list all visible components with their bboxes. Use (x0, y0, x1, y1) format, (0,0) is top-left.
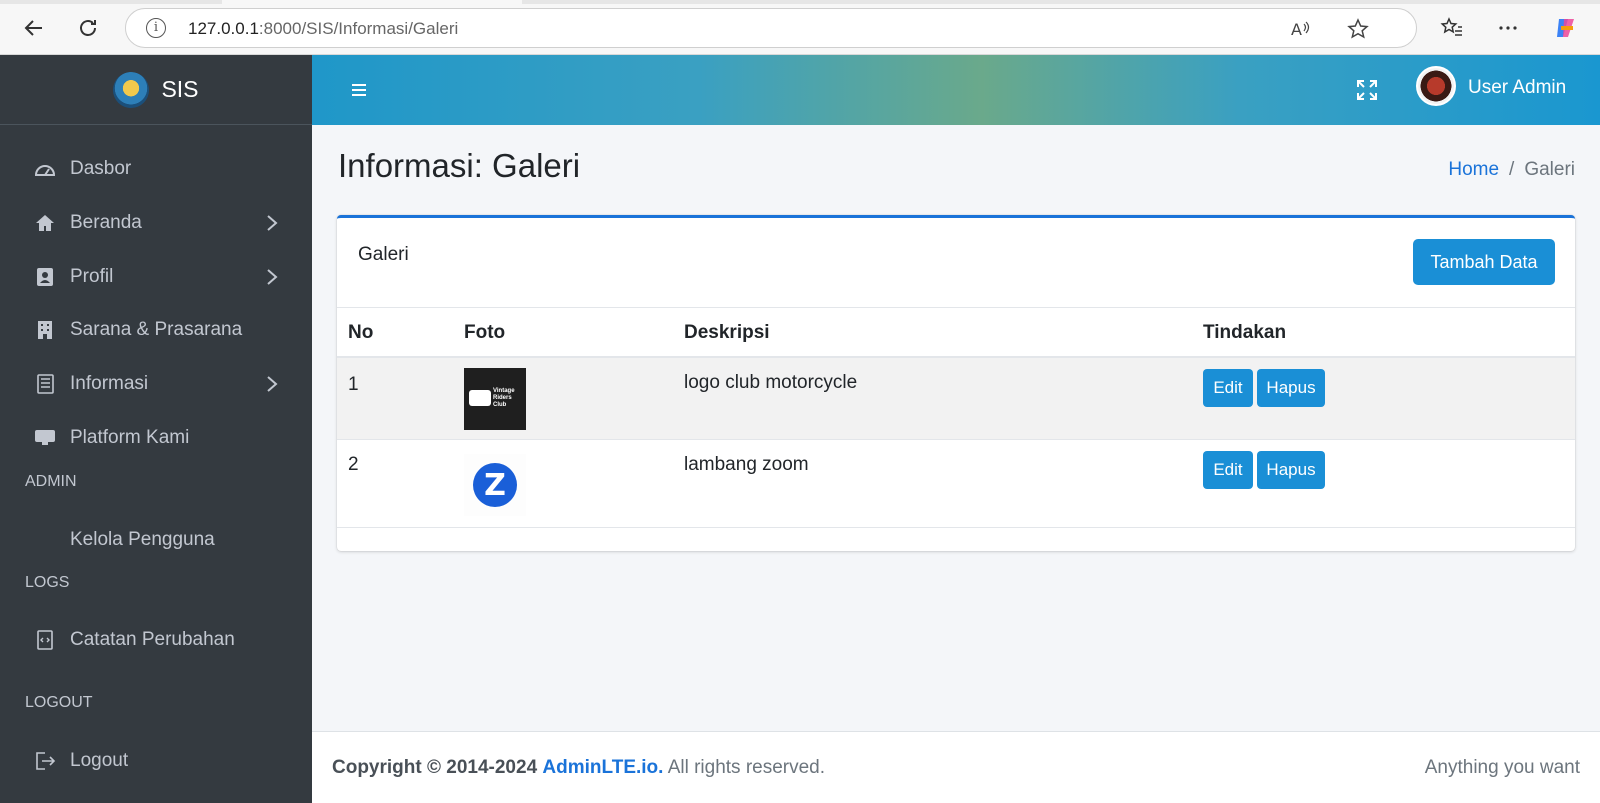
sidebar-item-platform[interactable]: Platform Kami (0, 416, 312, 460)
sidebar-item-kelola-pengguna[interactable]: Kelola Pengguna (0, 518, 312, 562)
adminlte-link[interactable]: AdminLTE.io. (542, 757, 663, 778)
breadcrumb-home-link[interactable]: Home (1448, 159, 1499, 180)
building-icon (34, 319, 56, 341)
home-icon (34, 212, 56, 234)
favorite-star-icon[interactable] (1346, 17, 1370, 41)
back-icon[interactable] (18, 12, 50, 44)
footer-copyright: Copyright © 2014-2024 AdminLTE.io. All r… (332, 757, 825, 779)
breadcrumb: Home / Galeri (1448, 159, 1575, 181)
id-card-icon (34, 266, 56, 288)
motorcycle-icon (469, 390, 491, 406)
thumbnail-caption: Vintage Riders Club (493, 388, 515, 408)
user-name[interactable]: User Admin (1468, 77, 1566, 99)
column-header-tindakan: Tindakan (1203, 322, 1287, 343)
brand-text: SIS (161, 76, 199, 102)
zoom-logo: Z (473, 463, 517, 507)
sidebar-item-label: Sarana & Prasarana (70, 319, 243, 340)
hamburger-menu-icon[interactable] (346, 77, 372, 103)
sidebar-item-label: Kelola Pengguna (70, 529, 215, 550)
brand-logo (113, 71, 150, 108)
column-header-foto: Foto (464, 322, 506, 343)
delete-button[interactable]: Hapus (1257, 451, 1325, 489)
monitor-icon (34, 427, 56, 449)
row-description: lambang zoom (684, 454, 809, 475)
user-avatar[interactable] (1416, 66, 1456, 106)
copilot-icon[interactable] (1552, 14, 1580, 42)
browser-toolbar: i 127.0.0.1:8000/SIS/Informasi/Galeri A (0, 0, 1600, 55)
url-text: 127.0.0.1:8000/SIS/Informasi/Galeri (188, 19, 459, 38)
row-description: logo club motorcycle (684, 372, 858, 393)
sidebar-item-beranda[interactable]: Beranda (0, 201, 312, 245)
sidebar-item-label: Beranda (70, 212, 142, 233)
breadcrumb-separator: / (1509, 159, 1515, 180)
sidebar-item-label: Profil (70, 266, 114, 287)
active-tab[interactable] (222, 0, 522, 4)
row-number: 2 (348, 454, 359, 475)
sidebar-item-label: Dasbor (70, 158, 132, 179)
footer: Copyright © 2014-2024 AdminLTE.io. All r… (312, 731, 1600, 803)
chevron-right-icon (262, 213, 282, 233)
reload-icon[interactable] (72, 12, 104, 44)
breadcrumb-current: Galeri (1524, 159, 1575, 180)
favorites-list-icon[interactable] (1438, 14, 1466, 42)
footer-right-text: Anything you want (1424, 757, 1580, 778)
table-header: No Foto Deskripsi Tindakan (337, 308, 1575, 358)
sidebar-item-catatan[interactable]: Catatan Perubahan (0, 618, 312, 662)
sidebar-item-label: Logout (70, 750, 129, 771)
code-file-icon (34, 629, 56, 651)
news-icon (34, 373, 56, 395)
read-aloud-icon[interactable]: A (1288, 17, 1312, 41)
sidebar: SIS Dasbor Beranda Profil Sarana & Prasa… (0, 55, 312, 803)
menu-header-logs: LOGS (25, 574, 70, 591)
row-number: 1 (348, 374, 359, 395)
gauge-icon (34, 158, 56, 180)
sidebar-item-dasbor[interactable]: Dasbor (0, 147, 312, 191)
menu-header-logout: LOGOUT (25, 694, 93, 711)
sidebar-item-label: Catatan Perubahan (70, 629, 235, 650)
column-header-deskripsi: Deskripsi (684, 322, 770, 343)
menu-header-admin: ADMIN (25, 473, 77, 490)
edit-button[interactable]: Edit (1203, 451, 1253, 489)
sidebar-item-logout[interactable]: Logout (0, 739, 312, 783)
galeri-card: Galeri Tambah Data No Foto Deskripsi Tin… (337, 215, 1575, 551)
brand-link[interactable]: SIS (0, 55, 312, 125)
table-row: 1 Vintage Riders Club logo club motorcyc… (337, 358, 1575, 440)
sidebar-item-informasi[interactable]: Informasi (0, 362, 312, 406)
sidebar-item-label: Platform Kami (70, 427, 190, 448)
gallery-thumbnail[interactable]: Z (464, 454, 526, 516)
svg-text:A: A (1291, 20, 1302, 39)
card-title: Galeri (358, 244, 409, 265)
rights-text: All rights reserved. (667, 757, 826, 778)
delete-button[interactable]: Hapus (1257, 369, 1325, 407)
edit-button[interactable]: Edit (1203, 369, 1253, 407)
logout-icon (34, 750, 56, 772)
page-title: Informasi: Galeri (338, 147, 581, 184)
table-row: 2 Z lambang zoom Edit Hapus (337, 440, 1575, 528)
sidebar-item-label: Informasi (70, 373, 149, 394)
add-data-button[interactable]: Tambah Data (1413, 239, 1555, 285)
more-options-icon[interactable] (1494, 14, 1522, 42)
chevron-right-icon (262, 267, 282, 287)
card-header: Galeri Tambah Data (337, 218, 1575, 308)
column-header-no: No (348, 322, 374, 343)
chevron-right-icon (262, 374, 282, 394)
top-navbar: User Admin (312, 55, 1600, 125)
tab-strip (0, 0, 1600, 4)
info-icon[interactable]: i (146, 18, 166, 38)
address-bar[interactable]: i 127.0.0.1:8000/SIS/Informasi/Galeri A (125, 8, 1417, 48)
fullscreen-icon[interactable] (1352, 75, 1382, 105)
gallery-thumbnail[interactable]: Vintage Riders Club (464, 368, 526, 430)
sidebar-item-sarana[interactable]: Sarana & Prasarana (0, 308, 312, 352)
sidebar-item-profil[interactable]: Profil (0, 255, 312, 299)
copyright-text: Copyright © 2014-2024 (332, 757, 538, 778)
